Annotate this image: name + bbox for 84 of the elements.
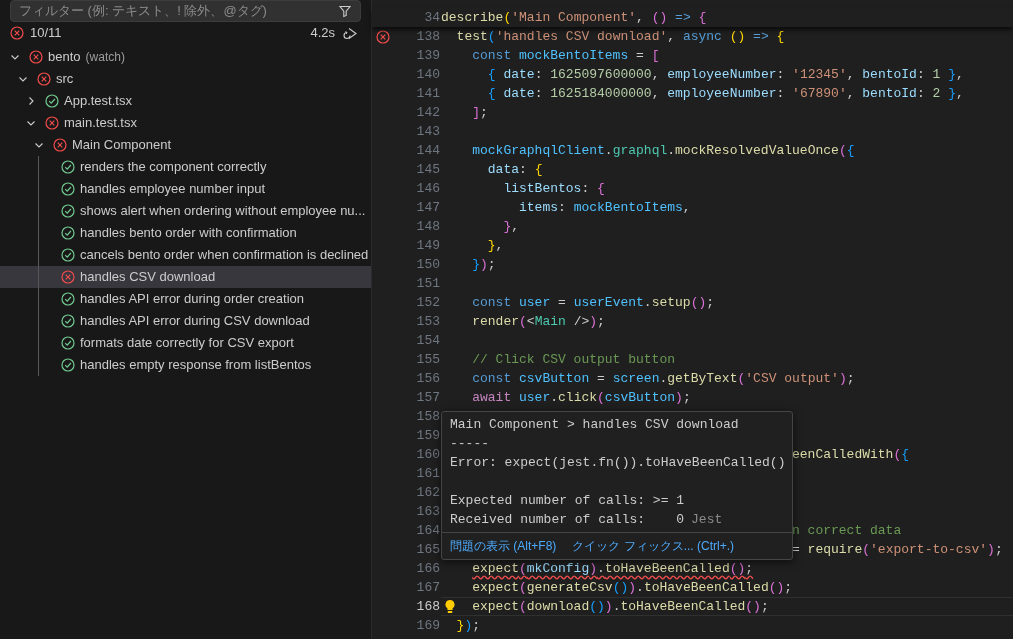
line-number: 148	[415, 218, 441, 236]
test-tree-item[interactable]: handles bento order with confirmation	[0, 222, 371, 244]
test-tree-item[interactable]: src	[0, 68, 371, 90]
test-tree-item[interactable]: cancels bento order when confirmation is declined	[0, 244, 371, 266]
error-source: Jest	[691, 511, 723, 529]
test-tree-item[interactable]: bento (watch)	[0, 46, 371, 68]
code-line: expect(mkConfig).toHaveBeenCalled();	[472, 560, 754, 578]
line-number: 151	[415, 275, 441, 293]
line-number: 138	[415, 28, 441, 46]
code-line: // Click CSV output button	[472, 351, 676, 369]
hover-action-link[interactable]: 問題の表示 (Alt+F8)	[450, 537, 557, 555]
failed-icon	[376, 29, 390, 44]
test-duration: 4.2s	[310, 24, 335, 43]
line-number: 146	[415, 180, 441, 198]
code-line: mockGraphqlClient.graphql.mockResolvedValueOnce({	[472, 142, 855, 160]
test-tree-item[interactable]: main.test.tsx	[0, 112, 371, 134]
line-number: 162	[415, 484, 441, 502]
code-line: });	[456, 617, 481, 635]
code-line: describe('Main Component', () => {	[441, 9, 707, 27]
test-tree-item[interactable]: Main Component	[0, 134, 371, 156]
code-line: eenCalledWith({	[792, 446, 910, 464]
line-number: 156	[415, 370, 441, 388]
line-number: 34	[423, 9, 441, 27]
code-line: const csvButton = screen.getByText('CSV output');	[472, 370, 855, 388]
line-number: 169	[415, 617, 441, 635]
code-line: },	[503, 218, 519, 236]
code-line: ];	[472, 104, 488, 122]
line-number: 147	[415, 199, 441, 217]
test-tree-item[interactable]: handles API error during CSV download	[0, 310, 371, 332]
line-number: 149	[415, 237, 441, 255]
line-number: 139	[415, 47, 441, 65]
code-line: },	[487, 237, 504, 255]
line-number: 141	[415, 85, 441, 103]
filter-icon[interactable]	[338, 4, 352, 18]
code-line: listBentos: {	[503, 180, 605, 198]
line-number: 161	[415, 465, 441, 483]
line-number: 168	[415, 598, 441, 616]
error-detail: Received number of calls: 0	[450, 511, 685, 529]
code-line: expect(generateCsv()).toHaveBeenCalled();	[472, 579, 793, 597]
test-tree-item[interactable]: handles API error during order creation	[0, 288, 371, 310]
test-count: 10/11	[30, 24, 62, 43]
line-number: 165	[415, 541, 441, 559]
code-line: });	[472, 256, 496, 274]
line-number: 158	[415, 408, 441, 426]
hover-action-link[interactable]: クイック フィックス... (Ctrl+.)	[572, 537, 734, 555]
line-number: 167	[415, 579, 441, 597]
test-tree-item[interactable]: handles CSV download	[0, 266, 371, 288]
code-line: = require('export-to-csv');	[792, 541, 1003, 559]
code-line: n correct data	[792, 522, 902, 540]
code-line: items: mockBentoItems,	[519, 199, 691, 217]
filter-field[interactable]: フィルター (例: テキスト、! 除外、@タグ)	[10, 0, 361, 22]
line-number: 152	[415, 294, 441, 312]
line-number: 159	[415, 427, 441, 445]
code-line: await user.click(csvButton);	[472, 389, 691, 407]
line-number: 145	[415, 161, 441, 179]
line-number: 154	[415, 332, 441, 350]
line-number: 143	[415, 123, 441, 141]
code-line: render(<Main />);	[472, 313, 605, 331]
test-tree-item[interactable]: handles empty response from listBentos	[0, 354, 371, 376]
line-number: 144	[415, 142, 441, 160]
code-line: data: {	[487, 161, 543, 179]
test-tree-item[interactable]: formats date correctly for CSV export	[0, 332, 371, 354]
code-line: test('handles CSV download', async () => {	[456, 28, 785, 46]
test-tree-item[interactable]: renders the component correctly	[0, 156, 371, 178]
line-number: 150	[415, 256, 441, 274]
line-number: 166	[415, 560, 441, 578]
line-number: 160	[415, 446, 441, 464]
test-tree-item[interactable]: shows alert when ordering without employee nu...	[0, 200, 371, 222]
line-number: 155	[415, 351, 441, 369]
line-number: 142	[415, 104, 441, 122]
line-number: 153	[415, 313, 441, 331]
lightbulb-icon[interactable]	[444, 599, 456, 614]
line-number: 140	[415, 66, 441, 84]
line-number: 164	[415, 522, 441, 540]
code-line: expect(download()).toHaveBeenCalled();	[472, 598, 769, 615]
code-line: const mockBentoItems = [	[472, 47, 660, 65]
test-tree-item[interactable]: App.test.tsx	[0, 90, 371, 112]
test-tree-item[interactable]: handles employee number input	[0, 178, 371, 200]
line-number: 163	[415, 503, 441, 521]
error-message: Main Component > handles CSV download ----- Error: expect(jest.fn()).toHaveBeenCalled() Expected number of calls: >= 1	[450, 416, 784, 510]
code-line: { date: 1625184000000, employeeNumber: '67890', bentoId: 2 },	[487, 85, 964, 103]
line-number: 157	[415, 389, 441, 407]
code-line: const user = userEvent.setup();	[472, 294, 715, 312]
code-line: { date: 1625097600000, employeeNumber: '12345', bentoId: 1 },	[487, 66, 964, 84]
